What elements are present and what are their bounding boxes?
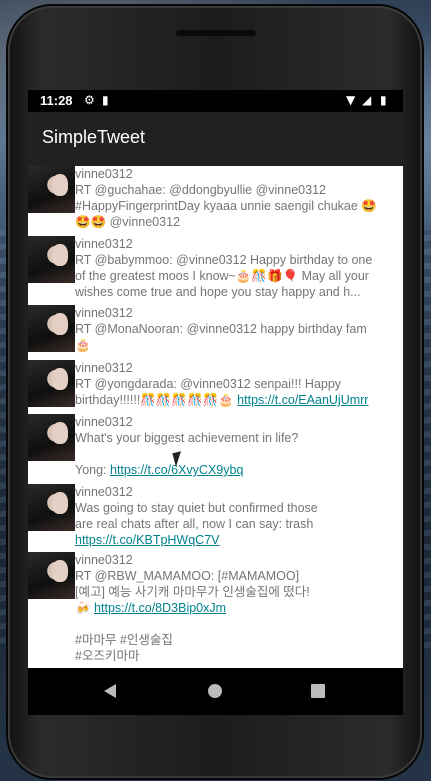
tweet-username: vinne0312 <box>75 361 133 375</box>
app-bar: SimpleTweet <box>28 112 403 166</box>
tweet-body: vinne0312 RT @MonaNooran: @vinne0312 hap… <box>75 305 403 353</box>
status-time: 11:28 <box>40 93 73 108</box>
avatar[interactable] <box>28 360 75 407</box>
sd-card-icon: ▮ <box>102 93 109 107</box>
tweet-hashtags: #마마무 #인생술집 #오즈키마마 <box>75 633 173 663</box>
avatar[interactable] <box>28 236 75 283</box>
wifi-icon: ▼ <box>346 93 356 107</box>
tweet-body: vinne0312 Was going to stay quiet but co… <box>75 484 403 548</box>
tweet-text-content: Was going to stay quiet but confirmed th… <box>75 501 318 531</box>
tweet-text: Was going to stay quiet but confirmed th… <box>75 500 403 548</box>
gear-icon: ⚙ <box>84 93 95 107</box>
tweet-link[interactable]: https://t.co/8D3Bip0xJm <box>94 601 226 615</box>
tweet-body: vinne0312 RT @RBW_MAMAMOO: [#MAMAMOO] [예… <box>75 552 403 664</box>
tweet-link[interactable]: https://t.co/KBTpHWqC7V <box>75 533 220 547</box>
tweet-text: RT @yongdarada: @vinne0312 senpai!!! Hap… <box>75 376 403 408</box>
tweet-body: vinne0312 RT @guchahae: @ddongbyullie @v… <box>75 166 403 230</box>
tweet-item[interactable]: vinne0312 RT @guchahae: @ddongbyullie @v… <box>28 166 403 230</box>
back-icon[interactable] <box>104 684 116 698</box>
tweet-item[interactable]: vinne0312 What's your biggest achievemen… <box>28 414 403 482</box>
tweet-body: vinne0312 What's your biggest achievemen… <box>75 414 403 478</box>
tweet-username: vinne0312 <box>75 167 133 181</box>
tweet-timeline[interactable]: vinne0312 RT @guchahae: @ddongbyullie @v… <box>28 166 403 668</box>
page-title: SimpleTweet <box>42 127 146 147</box>
tweet-item[interactable]: vinne0312 RT @RBW_MAMAMOO: [#MAMAMOO] [예… <box>28 552 403 668</box>
tweet-username: vinne0312 <box>75 415 133 429</box>
signal-icon: ◢ <box>362 93 372 107</box>
tweet-text: RT @guchahae: @ddongbyullie @vinne0312 #… <box>75 183 377 229</box>
recents-icon[interactable] <box>311 684 325 698</box>
avatar[interactable] <box>28 484 75 531</box>
tweet-text: What's your biggest achievement in life?… <box>75 430 403 478</box>
status-bar: 11:28 ⚙ ▮ ▼ ◢ ▮ <box>28 90 403 112</box>
home-icon[interactable] <box>208 684 222 698</box>
tweet-item[interactable]: vinne0312 RT @MonaNooran: @vinne0312 hap… <box>28 305 403 355</box>
tweet-username: vinne0312 <box>75 485 133 499</box>
tweet-username: vinne0312 <box>75 237 133 251</box>
tweet-item[interactable]: vinne0312 RT @babymmoo: @vinne0312 Happy… <box>28 236 403 302</box>
avatar[interactable] <box>28 552 75 599</box>
tweet-username: vinne0312 <box>75 306 133 320</box>
tweet-text: RT @babymmoo: @vinne0312 Happy birthday … <box>75 253 373 299</box>
tweet-text: RT @MonaNooran: @vinne0312 happy birthda… <box>75 322 367 352</box>
battery-icon: ▮ <box>380 93 387 107</box>
avatar[interactable] <box>28 305 75 352</box>
tweet-body: vinne0312 RT @babymmoo: @vinne0312 Happy… <box>75 236 403 300</box>
avatar[interactable] <box>28 414 75 461</box>
nav-bar <box>28 668 403 715</box>
phone-speaker <box>176 30 256 36</box>
device-screen: 11:28 ⚙ ▮ ▼ ◢ ▮ SimpleTweet vinne0312 RT… <box>28 90 403 715</box>
tweet-link[interactable]: https://t.co/EAanUjUmrr <box>237 393 368 407</box>
tweet-text: RT @RBW_MAMAMOO: [#MAMAMOO] [예고] 예능 사기캐 … <box>75 568 403 664</box>
tweet-item[interactable]: vinne0312 RT @yongdarada: @vinne0312 sen… <box>28 360 403 412</box>
tweet-body: vinne0312 RT @yongdarada: @vinne0312 sen… <box>75 360 403 408</box>
avatar[interactable] <box>28 166 75 213</box>
tweet-item[interactable]: vinne0312 Was going to stay quiet but co… <box>28 484 403 550</box>
tweet-username: vinne0312 <box>75 553 133 567</box>
